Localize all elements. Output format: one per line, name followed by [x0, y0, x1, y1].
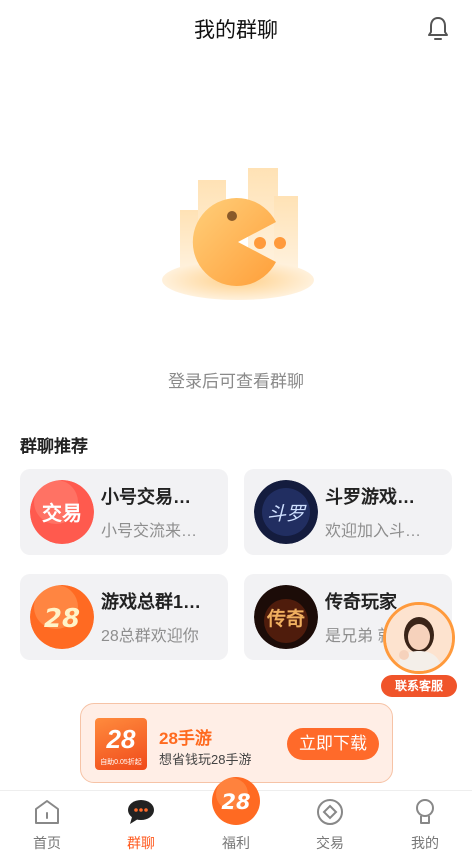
tab-label: 交易 — [316, 835, 344, 851]
group-desc: 欢迎加入斗… — [325, 523, 422, 540]
group-name: 游戏总群1… — [101, 592, 202, 612]
top-bar: 我的群聊 — [0, 0, 472, 58]
chat-icon — [126, 797, 156, 827]
bottom-tab-bar: 首页 群聊 28 福利 交易 我的 — [0, 777, 472, 853]
tab-trade[interactable]: 交易 — [283, 791, 377, 853]
section-title: 群聊推荐 — [20, 437, 88, 456]
group-desc: 28总群欢迎你 — [101, 628, 199, 645]
svg-text:传奇: 传奇 — [266, 607, 305, 630]
group-desc: 小号交流来… — [101, 523, 198, 540]
tab-profile[interactable]: 我的 — [378, 791, 472, 853]
app-logo: 28 自助0.05折起 — [95, 718, 147, 770]
tab-label: 我的 — [411, 835, 439, 851]
svg-text:28: 28 — [221, 790, 250, 814]
bell-icon[interactable] — [426, 16, 450, 42]
group-card[interactable]: 斗罗 斗罗游戏… 欢迎加入斗… — [244, 469, 452, 555]
page-title: 我的群聊 — [194, 19, 278, 42]
tab-home[interactable]: 首页 — [0, 791, 94, 853]
welfare-28-icon: 28 — [212, 777, 260, 825]
empty-chat-illustration-icon — [158, 160, 318, 305]
home-icon — [32, 797, 62, 827]
service-avatar — [383, 602, 455, 674]
group-card[interactable]: 28 游戏总群1… 28总群欢迎你 — [20, 574, 228, 660]
download-button[interactable]: 立即下载 — [287, 728, 379, 760]
svg-text:交易: 交易 — [42, 501, 82, 525]
app-name: 28手游 — [159, 729, 212, 748]
app-slogan: 想省钱玩28手游 — [159, 752, 252, 767]
svg-text:斗罗: 斗罗 — [267, 503, 307, 525]
tab-welfare[interactable]: 28 福利 — [189, 777, 283, 853]
tab-label: 福利 — [222, 835, 250, 851]
customer-service-float[interactable]: 联系客服 — [381, 600, 459, 700]
tab-label: 首页 — [33, 835, 61, 851]
profile-icon — [410, 797, 440, 827]
app-logo-number: 28 — [106, 724, 136, 754]
group-card[interactable]: 交易 小号交易… 小号交流来… — [20, 469, 228, 555]
group-avatar: 28 — [30, 585, 94, 649]
svg-text:28: 28 — [44, 604, 80, 634]
contact-service-button[interactable]: 联系客服 — [381, 675, 457, 697]
group-name: 斗罗游戏… — [325, 487, 415, 507]
group-avatar: 交易 — [30, 480, 94, 544]
group-avatar: 传奇 — [254, 585, 318, 649]
tab-label: 群聊 — [127, 835, 155, 851]
login-hint-text: 登录后可查看群聊 — [168, 372, 304, 391]
app-download-banner[interactable]: 28 自助0.05折起 28手游 想省钱玩28手游 立即下载 — [80, 703, 393, 783]
app-logo-tag: 自助0.05折起 — [100, 759, 142, 766]
tab-group-chat[interactable]: 群聊 — [94, 791, 188, 853]
group-avatar: 斗罗 — [254, 480, 318, 544]
group-name: 小号交易… — [101, 487, 191, 507]
trade-icon — [315, 797, 345, 827]
